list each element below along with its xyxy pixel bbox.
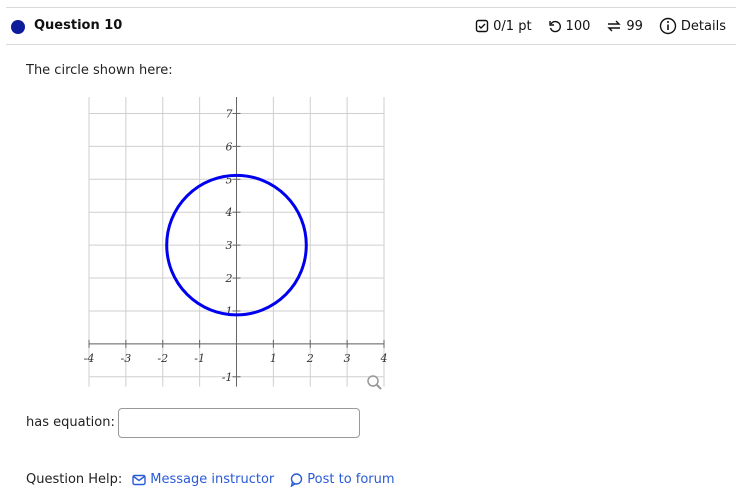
x-tick-label: 2 bbox=[306, 352, 314, 365]
y-tick-label: 3 bbox=[226, 239, 233, 252]
y-tick-label: 7 bbox=[226, 107, 233, 120]
question-status-dot bbox=[11, 20, 25, 34]
x-tick-label: 3 bbox=[344, 352, 351, 365]
y-tick-label: 2 bbox=[225, 272, 233, 285]
attempts-icon bbox=[606, 19, 622, 33]
question-meta: 0/1 pt 100 99 Details bbox=[475, 17, 726, 35]
circle-graph: -4 -3 -2 -1 1 2 3 47654321-1 bbox=[84, 97, 388, 390]
answer-label: has equation: bbox=[26, 415, 115, 430]
x-tick-label: 1 bbox=[270, 352, 277, 365]
x-tick-label: -4 bbox=[84, 352, 94, 365]
top-divider bbox=[6, 7, 736, 8]
zoom-icon[interactable] bbox=[367, 375, 382, 390]
x-tick-label: 4 bbox=[380, 352, 388, 365]
y-tick-label: -1 bbox=[222, 371, 233, 384]
envelope-icon bbox=[132, 474, 146, 486]
score-text: 0/1 pt bbox=[493, 18, 532, 34]
info-icon[interactable] bbox=[659, 17, 677, 35]
details-link[interactable]: Details bbox=[681, 19, 726, 34]
post-to-forum-link[interactable]: Post to forum bbox=[290, 472, 395, 487]
header-divider bbox=[6, 44, 736, 45]
retries-text: 100 bbox=[565, 18, 591, 34]
post-to-forum-text: Post to forum bbox=[307, 472, 395, 487]
graph-grid bbox=[88, 97, 385, 387]
help-label: Question Help: bbox=[26, 472, 123, 487]
y-tick-label: 6 bbox=[226, 140, 233, 153]
question-prompt: The circle shown here: bbox=[26, 63, 173, 78]
attempts-text: 99 bbox=[626, 18, 643, 34]
checkbox-score-icon bbox=[475, 19, 489, 33]
message-instructor-link[interactable]: Message instructor bbox=[132, 472, 274, 487]
question-title: Question 10 bbox=[34, 18, 123, 33]
x-tick-label: -3 bbox=[121, 352, 132, 365]
x-tick-label: -2 bbox=[157, 352, 168, 365]
x-tick-label: -1 bbox=[194, 352, 205, 365]
message-instructor-text: Message instructor bbox=[150, 472, 275, 487]
y-tick-label: 4 bbox=[225, 206, 233, 219]
retry-icon bbox=[548, 19, 562, 33]
question-help: Question Help: Message instructor Post t… bbox=[26, 472, 395, 487]
equation-input[interactable] bbox=[118, 408, 360, 438]
speech-bubble-icon bbox=[290, 472, 303, 487]
